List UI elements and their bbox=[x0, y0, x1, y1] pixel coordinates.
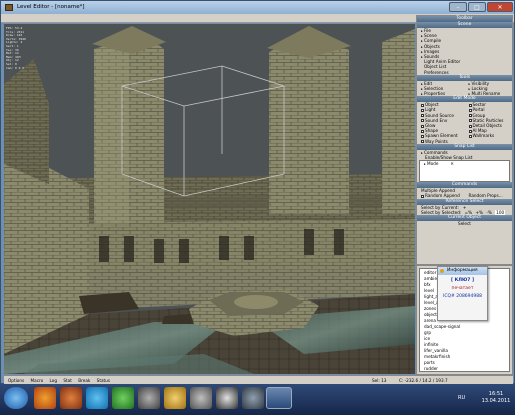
radio-icon[interactable] bbox=[421, 134, 424, 138]
radio-icon[interactable] bbox=[468, 103, 472, 107]
icq-notification[interactable]: Информация [ КЛЮ7 ] печатает ICQ# 208694… bbox=[437, 266, 488, 321]
stat-button[interactable]: Stat bbox=[63, 378, 72, 383]
notification-user: [ КЛЮ7 ] bbox=[450, 278, 475, 283]
start-button[interactable] bbox=[4, 387, 28, 409]
notification-icq: ICQ# 208694988 bbox=[443, 294, 482, 299]
radio-icon[interactable] bbox=[468, 108, 472, 112]
snap-list-menu: ▸Commands Enable/Show Snap List bbox=[417, 150, 512, 160]
radio-icon[interactable] bbox=[421, 103, 424, 107]
notification-header: Информация bbox=[438, 267, 487, 275]
app-icon bbox=[5, 4, 13, 11]
explorer-icon[interactable] bbox=[164, 387, 186, 409]
media-player-icon[interactable] bbox=[60, 387, 82, 409]
calc-icon[interactable] bbox=[190, 387, 212, 409]
level-editor-taskbar-icon[interactable] bbox=[266, 387, 292, 409]
options-button[interactable]: Options bbox=[8, 378, 24, 383]
radio-icon[interactable] bbox=[421, 140, 424, 144]
firefox-icon[interactable] bbox=[34, 387, 56, 409]
language-indicator[interactable]: RU bbox=[458, 395, 465, 401]
tools-menu: ▸Edit ▸Visibility ▸Selection ▸Locking ▸Prope… bbox=[417, 81, 512, 97]
camera-icon[interactable] bbox=[242, 387, 264, 409]
clock-date: 13.04.2011 bbox=[481, 398, 511, 404]
film-icon[interactable] bbox=[216, 387, 238, 409]
radio-icon[interactable] bbox=[421, 124, 424, 128]
radio-icon[interactable] bbox=[421, 114, 424, 118]
title-bar[interactable]: Level Editor - [noname*] – □ ✕ bbox=[1, 1, 514, 14]
radio-icon[interactable] bbox=[468, 114, 472, 118]
3d-viewport[interactable] bbox=[4, 24, 415, 374]
radio-icon[interactable] bbox=[468, 119, 472, 123]
radio-icon[interactable] bbox=[468, 134, 472, 138]
snap-list-box[interactable]: ▸Mode ✕ bbox=[419, 160, 510, 183]
skype-icon[interactable] bbox=[86, 387, 108, 409]
snap-list-label: Enable/Show Snap List bbox=[425, 154, 473, 160]
toolbox-panel: Toolbar Scene ▸File ▸Scene ▸Compile ▸Object… bbox=[416, 15, 513, 265]
notification-status: печатает bbox=[451, 286, 474, 291]
status-bar: Options Macro Log Stat Break Status Sel:… bbox=[4, 375, 513, 384]
radio-icon[interactable] bbox=[468, 129, 472, 133]
maximize-button[interactable]: □ bbox=[468, 2, 486, 12]
clock-time: 16:51 bbox=[488, 391, 504, 397]
close-icon[interactable]: ✕ bbox=[450, 161, 454, 166]
log-button[interactable]: Log bbox=[50, 378, 57, 383]
window-title: Level Editor - [noname*] bbox=[17, 4, 85, 10]
utorrent-icon[interactable] bbox=[112, 387, 134, 409]
status-button[interactable]: Status bbox=[97, 378, 110, 383]
scene-render bbox=[4, 24, 415, 374]
close-button[interactable]: ✕ bbox=[487, 2, 513, 12]
radio-icon[interactable] bbox=[468, 124, 472, 128]
taskbar: RU 16:51 13.04.2011 bbox=[0, 384, 515, 415]
radio-icon[interactable] bbox=[421, 108, 424, 112]
minimize-button[interactable]: – bbox=[449, 2, 467, 12]
media-icon[interactable] bbox=[138, 387, 160, 409]
edit-mode-options: Object Sector Light Portal Sound Source Group… bbox=[417, 102, 512, 144]
snap-list-item[interactable]: Enable/Show Snap List bbox=[417, 155, 512, 160]
radio-icon[interactable] bbox=[421, 129, 424, 133]
scene-menu: ▸File ▸Scene ▸Compile ▸Objects ▸Images ▸Sound… bbox=[417, 28, 512, 75]
stats-overlay: FPS: 53.2 Tris: 2311 Draw: 145 Verts: 39… bbox=[6, 26, 26, 70]
level-editor-window: Level Editor - [noname*] – □ ✕ +↔⟲✥⬚⬡⊕↕L… bbox=[0, 0, 515, 384]
system-clock[interactable]: 16:51 13.04.2011 bbox=[478, 391, 514, 405]
break-button[interactable]: Break bbox=[78, 378, 90, 383]
macro-button[interactable]: Macro bbox=[31, 378, 44, 383]
checkbox-icon[interactable] bbox=[421, 194, 424, 198]
notification-title: Информация bbox=[447, 268, 478, 273]
snap-mode-row: ▸Mode ✕ bbox=[420, 161, 509, 166]
info-icon bbox=[440, 269, 444, 273]
select-button[interactable]: Select bbox=[417, 221, 512, 226]
snap-mode-label: Mode bbox=[427, 161, 439, 167]
radio-icon[interactable] bbox=[421, 119, 424, 123]
object-list-item[interactable]: rudder bbox=[420, 366, 509, 372]
